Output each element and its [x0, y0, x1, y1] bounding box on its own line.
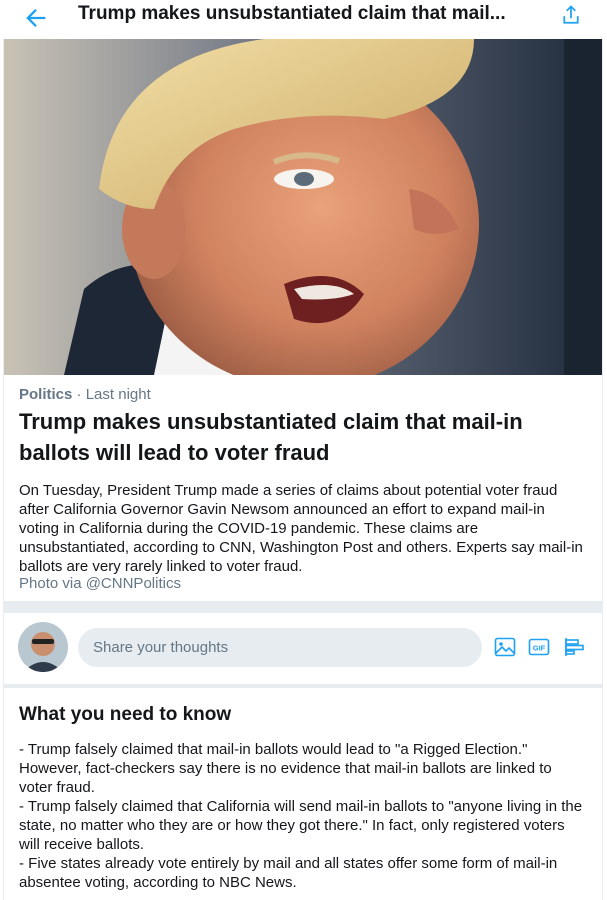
key-point: - Trump falsely claimed that California …: [19, 798, 583, 853]
page-title: Trump makes unsubstantiated claim that m…: [78, 3, 506, 24]
image-icon[interactable]: [493, 635, 517, 659]
composer: GIF: [4, 613, 602, 684]
article-card[interactable]: Politics · Last night Trump makes unsubs…: [4, 375, 602, 600]
what-you-need-to-know: What you need to know - Trump falsely cl…: [4, 688, 602, 900]
key-points: - Trump falsely claimed that mail-in bal…: [19, 740, 589, 892]
photo-credit[interactable]: Photo via @CNNPolitics: [19, 575, 181, 592]
key-point: - Five states already vote entirely by m…: [19, 855, 558, 891]
article-time: Last night: [85, 386, 151, 403]
article-meta: Politics · Last night: [19, 386, 151, 403]
poll-icon[interactable]: [562, 635, 586, 659]
back-arrow-icon[interactable]: [22, 4, 50, 32]
svg-text:GIF: GIF: [533, 643, 546, 652]
top-bar: Trump makes unsubstantiated claim that m…: [0, 0, 607, 38]
section-divider: [4, 601, 602, 613]
article-summary: On Tuesday, President Trump made a serie…: [19, 482, 583, 575]
section-heading: What you need to know: [19, 704, 232, 725]
article-headline: Trump makes unsubstantiated claim that m…: [19, 409, 523, 465]
key-point: - Trump falsely claimed that mail-in bal…: [19, 741, 552, 796]
article-category[interactable]: Politics: [19, 386, 72, 403]
gif-icon[interactable]: GIF: [527, 635, 551, 659]
share-icon[interactable]: [558, 2, 584, 28]
avatar[interactable]: [18, 622, 68, 672]
meta-separator: ·: [76, 386, 82, 403]
hero-photo: [4, 39, 602, 375]
share-thoughts-input[interactable]: [78, 628, 482, 667]
